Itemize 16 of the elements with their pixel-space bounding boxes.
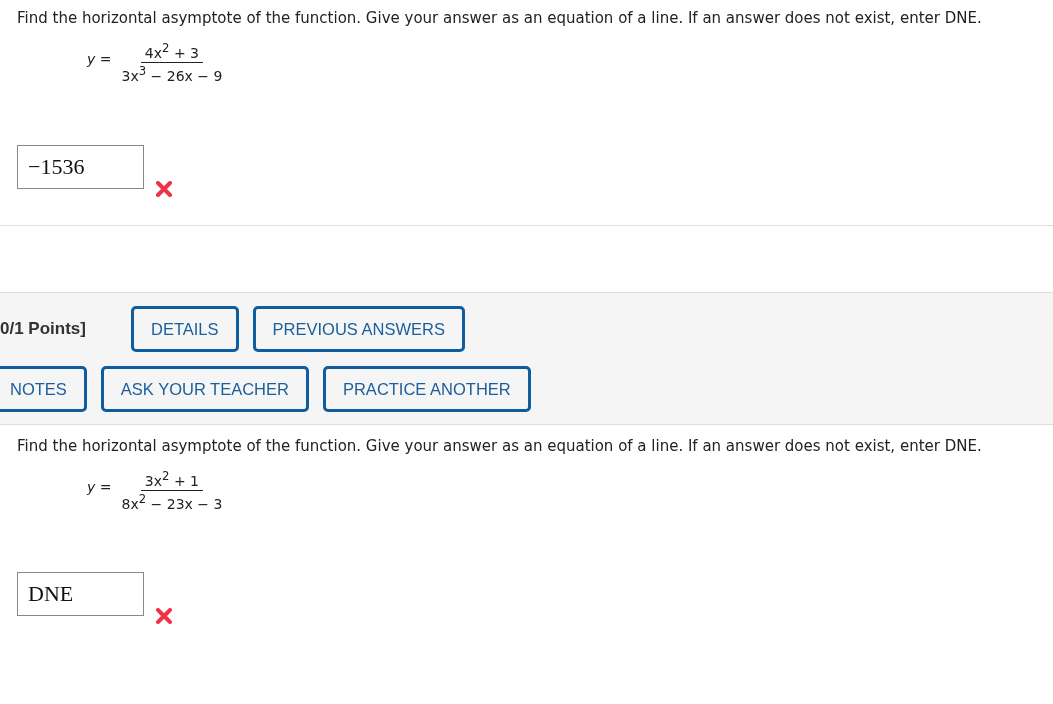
question-text: Find the horizontal asymptote of the function. Give your answer as an equation of a line. If an answer does not exist, enter DNE. — [17, 8, 983, 29]
fraction-denominator: 3x$^{3}$ − 26x − 9 — [120, 62, 224, 84]
fraction-numerator: 3x$^{2}$ + 1 — [140, 469, 203, 491]
fraction-denominator: 8x$^{2}$ − 23x − 3 — [120, 490, 224, 512]
answer-field[interactable]: DNE — [17, 571, 144, 616]
answer-field[interactable]: −1536 — [17, 145, 144, 190]
equation-lhs: y = — [87, 479, 112, 496]
question-button[interactable]: NOTES — [0, 366, 87, 413]
question-button[interactable]: DETAILS — [131, 306, 239, 353]
question-text: Find the horizontal asymptote of the function. Give your answer as an equation of a line. If an answer does not exist, enter DNE. — [17, 436, 983, 458]
fraction-numerator: 4x$^{2}$ + 3 — [140, 41, 203, 63]
points-label: 0/1 Points] — [0, 319, 87, 340]
equation-lhs: y = — [87, 51, 112, 68]
question-button[interactable]: ASK YOUR TEACHER — [100, 366, 309, 413]
question-button[interactable]: PREVIOUS ANSWERS — [252, 306, 465, 353]
question-button[interactable]: PRACTICE ANOTHER — [322, 366, 531, 413]
